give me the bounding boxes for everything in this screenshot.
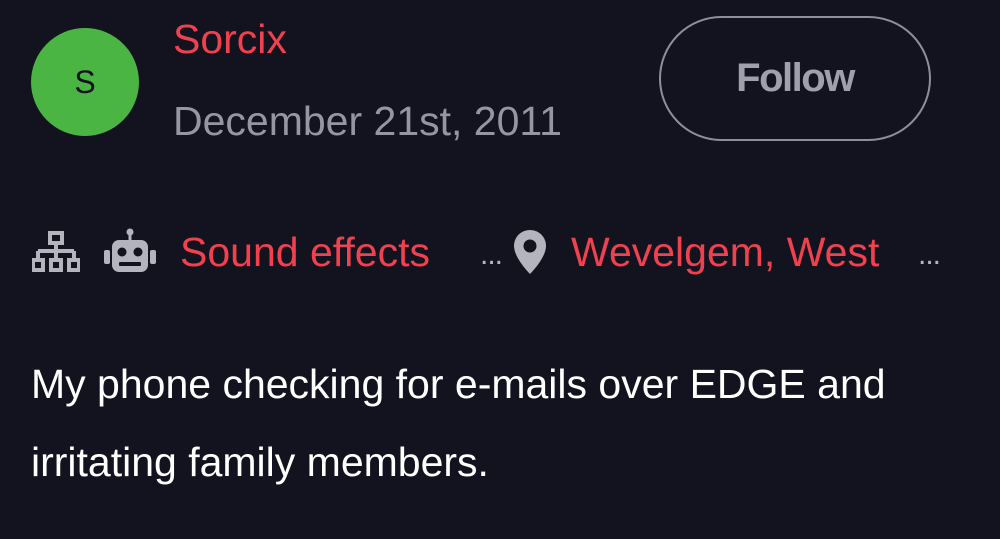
tag-row: Sound effects ... Wevelgem, West ... — [30, 222, 980, 282]
post-description: My phone checking for e-mails over EDGE … — [31, 361, 886, 485]
follow-button[interactable]: Follow — [659, 16, 931, 141]
location-ellipsis: ... — [918, 238, 941, 271]
hierarchy-icon — [30, 222, 82, 282]
avatar-letter: S — [74, 63, 96, 100]
location-pin-icon — [510, 222, 550, 282]
location-link[interactable]: Wevelgem, West — [571, 222, 879, 282]
category-ellipsis: ... — [480, 238, 503, 271]
post-date: December 21st, 2011 — [173, 98, 562, 144]
robot-icon — [102, 222, 158, 282]
category-link[interactable]: Sound effects — [180, 222, 430, 282]
username-link[interactable]: Sorcix — [173, 14, 287, 64]
avatar[interactable]: S — [31, 28, 139, 136]
